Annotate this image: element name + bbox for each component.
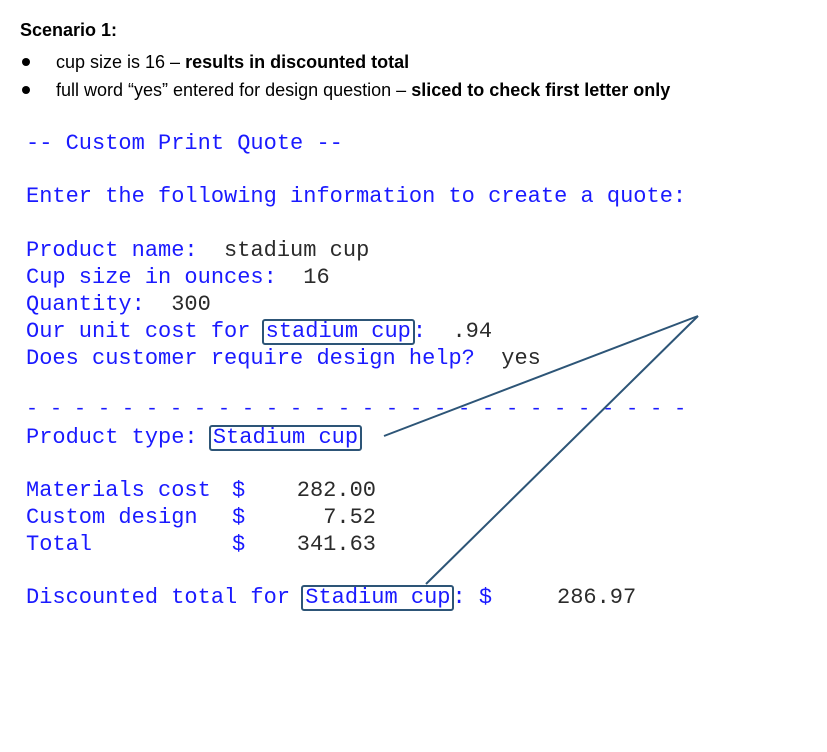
annotation-arrows: [383, 315, 699, 585]
annotation-line-product-type: [383, 315, 699, 437]
annotation-line-discount: [425, 315, 699, 585]
